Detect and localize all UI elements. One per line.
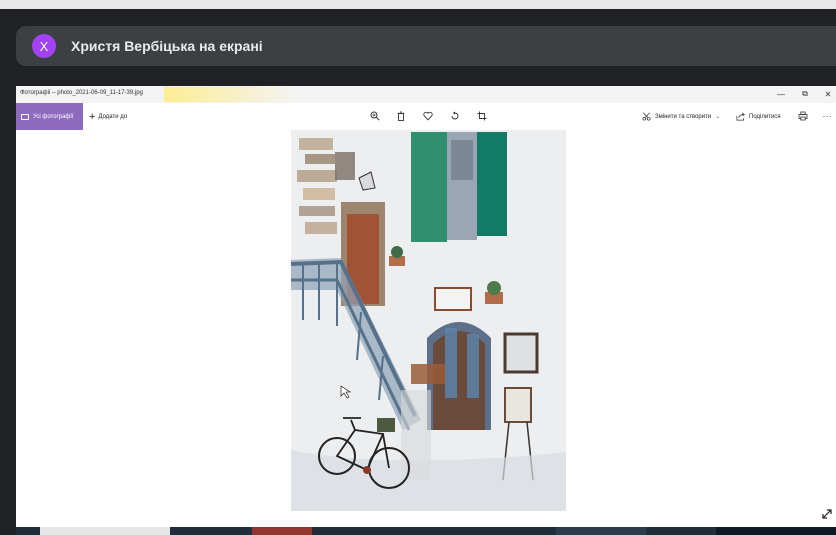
print-button[interactable] [795,108,811,124]
taskbar-tray [716,527,836,535]
print-icon [798,111,808,121]
taskbar-apps-2[interactable] [556,527,646,535]
add-to-button[interactable]: + Додати до [89,103,127,130]
edit-create-label: Змінити та створити [655,113,712,120]
window-title: Фотографії – photo_2021-06-09_11-17-39.j… [20,90,143,96]
share-label: Поділитися [749,113,781,120]
photo-viewer [16,130,836,527]
favorite-button[interactable] [420,108,436,124]
scissors-icon [642,112,651,121]
title-highlight [164,87,296,102]
rotate-button[interactable] [447,108,463,124]
chevron-down-icon: ⌄ [715,114,721,120]
favorite-icon [423,111,433,121]
crop-button[interactable] [474,108,490,124]
photo-image[interactable] [291,130,566,511]
taskbar-apps[interactable] [252,527,312,535]
toolbar: Усі фотографії + Додати до Змінити та ст… [16,103,836,130]
os-taskbar [16,527,836,535]
all-photos-label: Усі фотографії [33,113,74,120]
zoom-button[interactable] [367,108,383,124]
maximize-button[interactable]: ⧉ [798,88,812,100]
photos-app-window: Фотографії – photo_2021-06-09_11-17-39.j… [16,86,836,535]
plus-icon: + [89,110,96,123]
rotate-icon [451,111,459,120]
share-button[interactable]: Поділитися [736,103,781,130]
taskbar-search[interactable] [40,527,170,535]
share-icon [736,112,745,121]
browser-top-strip [0,0,836,9]
presenter-avatar: Х [32,34,56,58]
edit-create-button[interactable]: Змінити та створити ⌄ [642,103,720,130]
presenter-banner: Х Христя Вербіцька на екрані [16,26,836,66]
delete-icon [397,111,405,121]
crop-icon [477,111,487,121]
title-bar: Фотографії – photo_2021-06-09_11-17-39.j… [16,86,836,103]
watercolor-painting [291,130,566,511]
presenter-name: Христя Вербіцька на екрані [71,38,263,54]
add-to-label: Додати до [98,113,128,120]
delete-button[interactable] [393,108,409,124]
expand-icon[interactable] [820,507,834,521]
zoom-icon [370,111,380,121]
minimize-button[interactable]: — [774,88,788,100]
more-button[interactable]: ··· [819,108,835,124]
photos-icon [21,113,29,120]
all-photos-button[interactable]: Усі фотографії [16,103,83,130]
close-button[interactable]: ✕ [821,88,835,100]
